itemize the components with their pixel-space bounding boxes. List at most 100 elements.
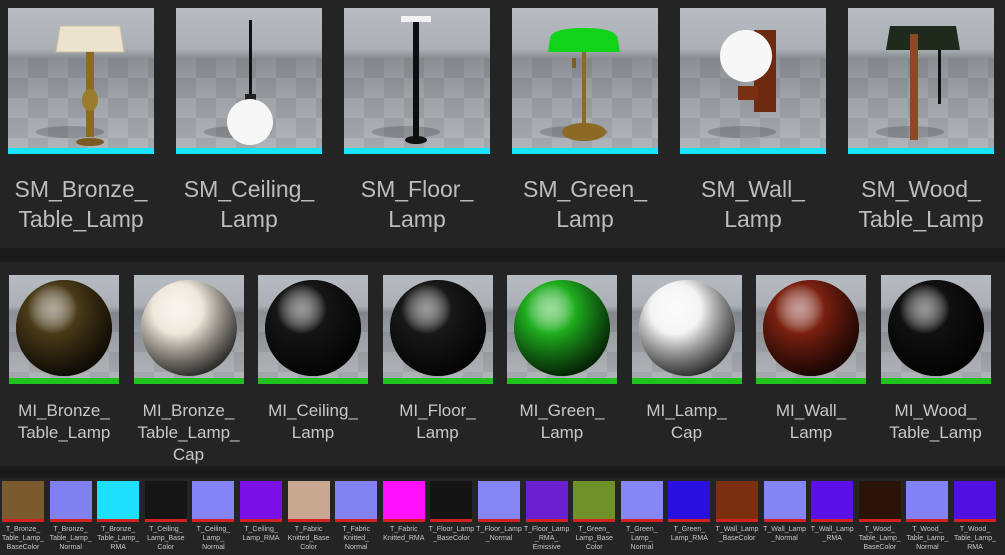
static-mesh-tile[interactable] <box>680 8 826 154</box>
material-instance-tile[interactable] <box>507 275 617 384</box>
texture-preview <box>573 481 616 519</box>
material-sphere-icon <box>514 280 610 376</box>
asset-thumbnail <box>880 275 991 384</box>
asset-name: T_Bronze_ Table_Lamp_ Normal <box>49 526 92 551</box>
asset-type-bar <box>430 519 473 522</box>
texture-thumbnail[interactable] <box>525 481 568 522</box>
texture-thumbnail[interactable] <box>192 481 235 522</box>
texture-preview <box>240 481 282 519</box>
static-mesh-tile[interactable] <box>344 8 490 154</box>
asset-type-bar <box>763 519 806 522</box>
texture-thumbnail[interactable] <box>811 481 854 522</box>
asset-thumbnail <box>344 8 490 154</box>
asset-type-bar <box>478 519 520 522</box>
asset-name: T_Wood_ Table_Lamp_ Normal <box>906 526 949 551</box>
asset-name: SM_Floor_ Lamp <box>360 176 474 232</box>
static-mesh-tile[interactable] <box>512 8 658 154</box>
texture-thumbnail[interactable] <box>478 481 520 522</box>
asset-type-bar <box>716 519 758 522</box>
asset-thumbnail <box>133 275 244 384</box>
asset-thumbnail <box>848 8 994 154</box>
asset-name: T_Ceiling_ Lamp_RMA <box>242 526 280 542</box>
asset-name: MI_Wall_ Lamp <box>775 401 847 442</box>
texture-preview <box>478 481 520 519</box>
asset-type-bar <box>525 519 568 522</box>
asset-name: MI_Floor_ Lamp <box>399 401 476 442</box>
asset-type-bar <box>811 519 854 522</box>
asset-type-bar <box>668 519 711 522</box>
asset-name: SM_Green_ Lamp <box>522 176 647 232</box>
texture-preview <box>144 481 187 519</box>
asset-type-bar <box>620 519 663 522</box>
material-instance-tile[interactable] <box>258 275 368 384</box>
asset-thumbnail <box>258 275 368 384</box>
material-sphere-icon <box>763 280 859 376</box>
asset-name: MI_Green_ Lamp <box>519 401 605 442</box>
texture-thumbnail[interactable] <box>716 481 758 522</box>
material-instance-tile[interactable] <box>133 275 244 384</box>
texture-preview <box>287 481 330 519</box>
asset-name: MI_Bronze_ Table_Lamp <box>17 401 111 442</box>
asset-type-bar <box>192 519 235 522</box>
texture-thumbnail[interactable] <box>240 481 282 522</box>
texture-preview <box>668 481 711 519</box>
asset-thumbnail <box>512 8 658 154</box>
asset-type-bar <box>858 519 901 522</box>
bronze-table-lamp-icon <box>36 25 125 146</box>
texture-thumbnail[interactable] <box>335 481 378 522</box>
asset-name: T_Wood_ Table_Lamp_ BaseColor <box>858 526 901 551</box>
texture-thumbnail[interactable] <box>763 481 806 522</box>
asset-name: T_Green_ Lamp_RMA <box>670 526 708 542</box>
texture-preview <box>2 481 44 519</box>
asset-name: SM_Wall_ Lamp <box>701 176 805 232</box>
material-sphere-icon <box>265 280 361 376</box>
asset-name: T_Wall_Lamp _Normal <box>763 526 807 542</box>
static-mesh-tile[interactable] <box>848 8 994 154</box>
asset-name: T_Fabric Knitted_Base Color <box>287 526 330 551</box>
asset-name: T_Green_ Lamp_ Normal <box>626 526 658 551</box>
static-mesh-tile[interactable] <box>8 8 154 154</box>
texture-preview <box>192 481 235 519</box>
wood-table-lamp-icon <box>876 26 960 140</box>
texture-thumbnail[interactable] <box>144 481 187 522</box>
asset-name: T_Bronze_ Table_Lamp_ RMA <box>97 526 140 551</box>
texture-preview <box>858 481 901 519</box>
texture-preview <box>906 481 949 519</box>
asset-name: SM_Ceiling_ Lamp <box>183 176 315 232</box>
material-instance-tile[interactable] <box>382 275 493 384</box>
texture-thumbnail[interactable] <box>430 481 473 522</box>
asset-type-bar <box>2 519 44 522</box>
texture-thumbnail[interactable] <box>2 481 44 522</box>
asset-type-bar <box>97 519 140 522</box>
material-instance-tile[interactable] <box>631 275 742 384</box>
texture-thumbnail[interactable] <box>668 481 711 522</box>
asset-type-bar <box>573 519 616 522</box>
texture-thumbnail[interactable] <box>287 481 330 522</box>
texture-thumbnail[interactable] <box>573 481 616 522</box>
material-sphere-icon <box>389 280 486 376</box>
asset-name: T_Fabric Knitted_ Normal <box>342 526 370 551</box>
texture-thumbnail[interactable] <box>97 481 140 522</box>
asset-name: SM_Wood_ Table_Lamp <box>858 176 984 232</box>
texture-thumbnail[interactable] <box>382 481 425 522</box>
material-instance-tile[interactable] <box>880 275 991 384</box>
texture-thumbnail[interactable] <box>858 481 901 522</box>
material-instance-tile[interactable] <box>9 275 119 384</box>
asset-name: T_Ceiling_ Lamp_Base Color <box>147 526 185 551</box>
material-instance-tile[interactable] <box>756 275 866 384</box>
texture-thumbnail[interactable] <box>620 481 663 522</box>
asset-name: T_Wall_Lamp _BaseColor <box>715 526 759 542</box>
texture-thumbnail[interactable] <box>49 481 92 522</box>
static-mesh-tile[interactable] <box>176 8 322 154</box>
texture-thumbnail[interactable] <box>906 481 949 522</box>
texture-thumbnail[interactable] <box>954 481 996 522</box>
asset-type-bar <box>287 519 330 522</box>
asset-name: T_Fabric Knitted_RMA <box>383 526 425 542</box>
texture-preview <box>525 481 568 519</box>
texture-preview <box>335 481 378 519</box>
asset-thumbnail <box>8 8 154 154</box>
texture-preview <box>763 481 806 519</box>
material-sphere-icon <box>638 280 735 376</box>
asset-name: T_Floor_Lamp _RMA_ Emissive <box>523 526 570 551</box>
texture-preview <box>954 481 996 519</box>
